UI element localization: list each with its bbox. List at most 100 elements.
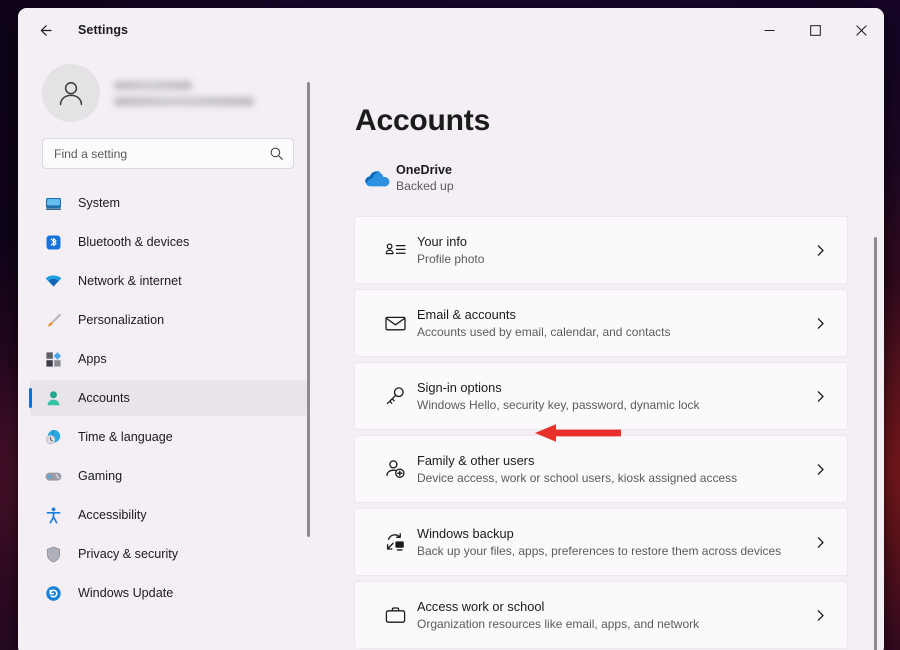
card-windows-backup[interactable]: Windows backup Back up your files, apps,… [354, 508, 848, 576]
card-subtitle: Back up your files, apps, preferences to… [417, 544, 782, 558]
card-text: Family & other users Device access, work… [417, 453, 809, 485]
sidebar-item-windows-update[interactable]: Windows Update [30, 575, 308, 611]
contact-card-icon [373, 239, 417, 262]
sidebar-item-time-language[interactable]: Time & language [30, 419, 308, 455]
person-add-icon [373, 458, 417, 481]
card-title: Access work or school [417, 599, 545, 614]
account-name-redacted [114, 80, 192, 90]
chevron-right-icon [809, 317, 831, 330]
card-title: Windows backup [417, 526, 514, 541]
pc-restore-icon [373, 531, 417, 554]
onedrive-cloud-icon [356, 167, 396, 189]
card-access-work-or-school[interactable]: Access work or school Organization resou… [354, 581, 848, 649]
window-controls [746, 8, 884, 52]
sidebar-item-network-internet[interactable]: Network & internet [30, 263, 308, 299]
account-email-redacted [114, 96, 254, 106]
card-title: Email & accounts [417, 307, 516, 322]
paintbrush-icon [42, 310, 64, 330]
page-title: Accounts [355, 104, 491, 137]
minimize-icon [764, 29, 774, 31]
card-your-info[interactable]: Your info Profile photo [354, 216, 848, 284]
card-text: Your info Profile photo [417, 234, 809, 266]
card-text: Email & accounts Accounts used by email,… [417, 307, 809, 339]
card-text: Sign-in options Windows Hello, security … [417, 380, 809, 412]
card-subtitle: Organization resources like email, apps,… [417, 617, 700, 631]
sidebar-nav: System Bluetooth & devices Network & int… [18, 185, 318, 611]
briefcase-icon [373, 604, 417, 627]
main-scrollbar[interactable] [874, 237, 877, 650]
sidebar-item-system[interactable]: System [30, 185, 308, 221]
card-subtitle: Accounts used by email, calendar, and co… [417, 325, 671, 339]
minimize-button[interactable] [746, 8, 792, 52]
sidebar-item-label: System [78, 196, 120, 210]
card-email-accounts[interactable]: Email & accounts Accounts used by email,… [354, 289, 848, 357]
card-subtitle: Device access, work or school users, kio… [417, 471, 738, 485]
sidebar-item-gaming[interactable]: Gaming [30, 458, 308, 494]
sidebar-item-personalization[interactable]: Personalization [30, 302, 308, 338]
card-text: Windows backup Back up your files, apps,… [417, 526, 809, 558]
sidebar-item-label: Gaming [78, 469, 123, 483]
search-input[interactable] [54, 146, 269, 161]
sidebar-item-apps[interactable]: Apps [30, 341, 308, 377]
sidebar-item-accessibility[interactable]: Accessibility [30, 497, 308, 533]
maximize-button[interactable] [792, 8, 838, 52]
monitor-icon [42, 193, 64, 213]
gamepad-icon [42, 466, 64, 486]
update-refresh-icon [42, 583, 64, 603]
card-title: Sign-in options [417, 380, 502, 395]
title-bar: Settings [18, 8, 884, 52]
search-box[interactable] [42, 138, 294, 169]
wifi-icon [42, 271, 64, 291]
card-sign-in-options[interactable]: Sign-in options Windows Hello, security … [354, 362, 848, 430]
sidebar-item-label: Time & language [78, 430, 173, 444]
person-avatar-icon [59, 82, 83, 106]
main-content: Accounts OneDrive Backed up Your info Pr… [318, 52, 884, 650]
account-text [114, 80, 254, 106]
shield-icon [42, 544, 64, 564]
sidebar-item-privacy-security[interactable]: Privacy & security [30, 536, 308, 572]
sidebar-item-label: Personalization [78, 313, 165, 327]
chevron-right-icon [809, 390, 831, 403]
back-button[interactable] [28, 15, 62, 45]
card-subtitle: Windows Hello, security key, password, d… [417, 398, 700, 412]
person-icon [42, 388, 64, 408]
clock-globe-icon [42, 427, 64, 447]
sidebar-item-bluetooth-devices[interactable]: Bluetooth & devices [30, 224, 308, 260]
sidebar-item-label: Accessibility [78, 508, 147, 522]
back-arrow-icon [40, 24, 52, 36]
accessibility-icon [42, 505, 64, 525]
sidebar: System Bluetooth & devices [18, 52, 318, 650]
bluetooth-icon [42, 232, 64, 252]
settings-card-list: Your info Profile photo Email & accounts… [354, 216, 884, 649]
apps-grid-icon [42, 349, 64, 369]
sidebar-item-label: Network & internet [78, 274, 182, 288]
chevron-right-icon [809, 244, 831, 257]
chevron-right-icon [809, 609, 831, 622]
onedrive-status[interactable]: OneDrive Backed up [356, 158, 884, 198]
sidebar-item-label: Privacy & security [78, 547, 179, 561]
key-icon [373, 385, 417, 408]
close-button[interactable] [838, 8, 884, 52]
close-icon [855, 24, 867, 36]
onedrive-text: OneDrive Backed up [396, 163, 454, 193]
sidebar-item-label: Bluetooth & devices [78, 235, 190, 249]
card-subtitle: Profile photo [417, 252, 485, 266]
envelope-icon [373, 312, 417, 335]
onedrive-title: OneDrive [396, 163, 452, 177]
search-container [18, 128, 318, 169]
chevron-right-icon [809, 463, 831, 476]
maximize-icon [809, 24, 821, 36]
sidebar-item-accounts[interactable]: Accounts [29, 380, 308, 416]
chevron-right-icon [809, 536, 831, 549]
search-icon [270, 147, 283, 160]
card-text: Access work or school Organization resou… [417, 599, 809, 631]
avatar [42, 64, 100, 122]
card-family-other-users[interactable]: Family & other users Device access, work… [354, 435, 848, 503]
sidebar-scrollbar[interactable] [307, 82, 310, 537]
onedrive-status-text: Backed up [396, 179, 454, 193]
sidebar-item-label: Apps [78, 352, 107, 366]
sidebar-item-label: Windows Update [78, 586, 174, 600]
account-profile[interactable] [18, 52, 318, 128]
sidebar-item-label: Accounts [78, 391, 130, 405]
app-title: Settings [78, 23, 129, 37]
